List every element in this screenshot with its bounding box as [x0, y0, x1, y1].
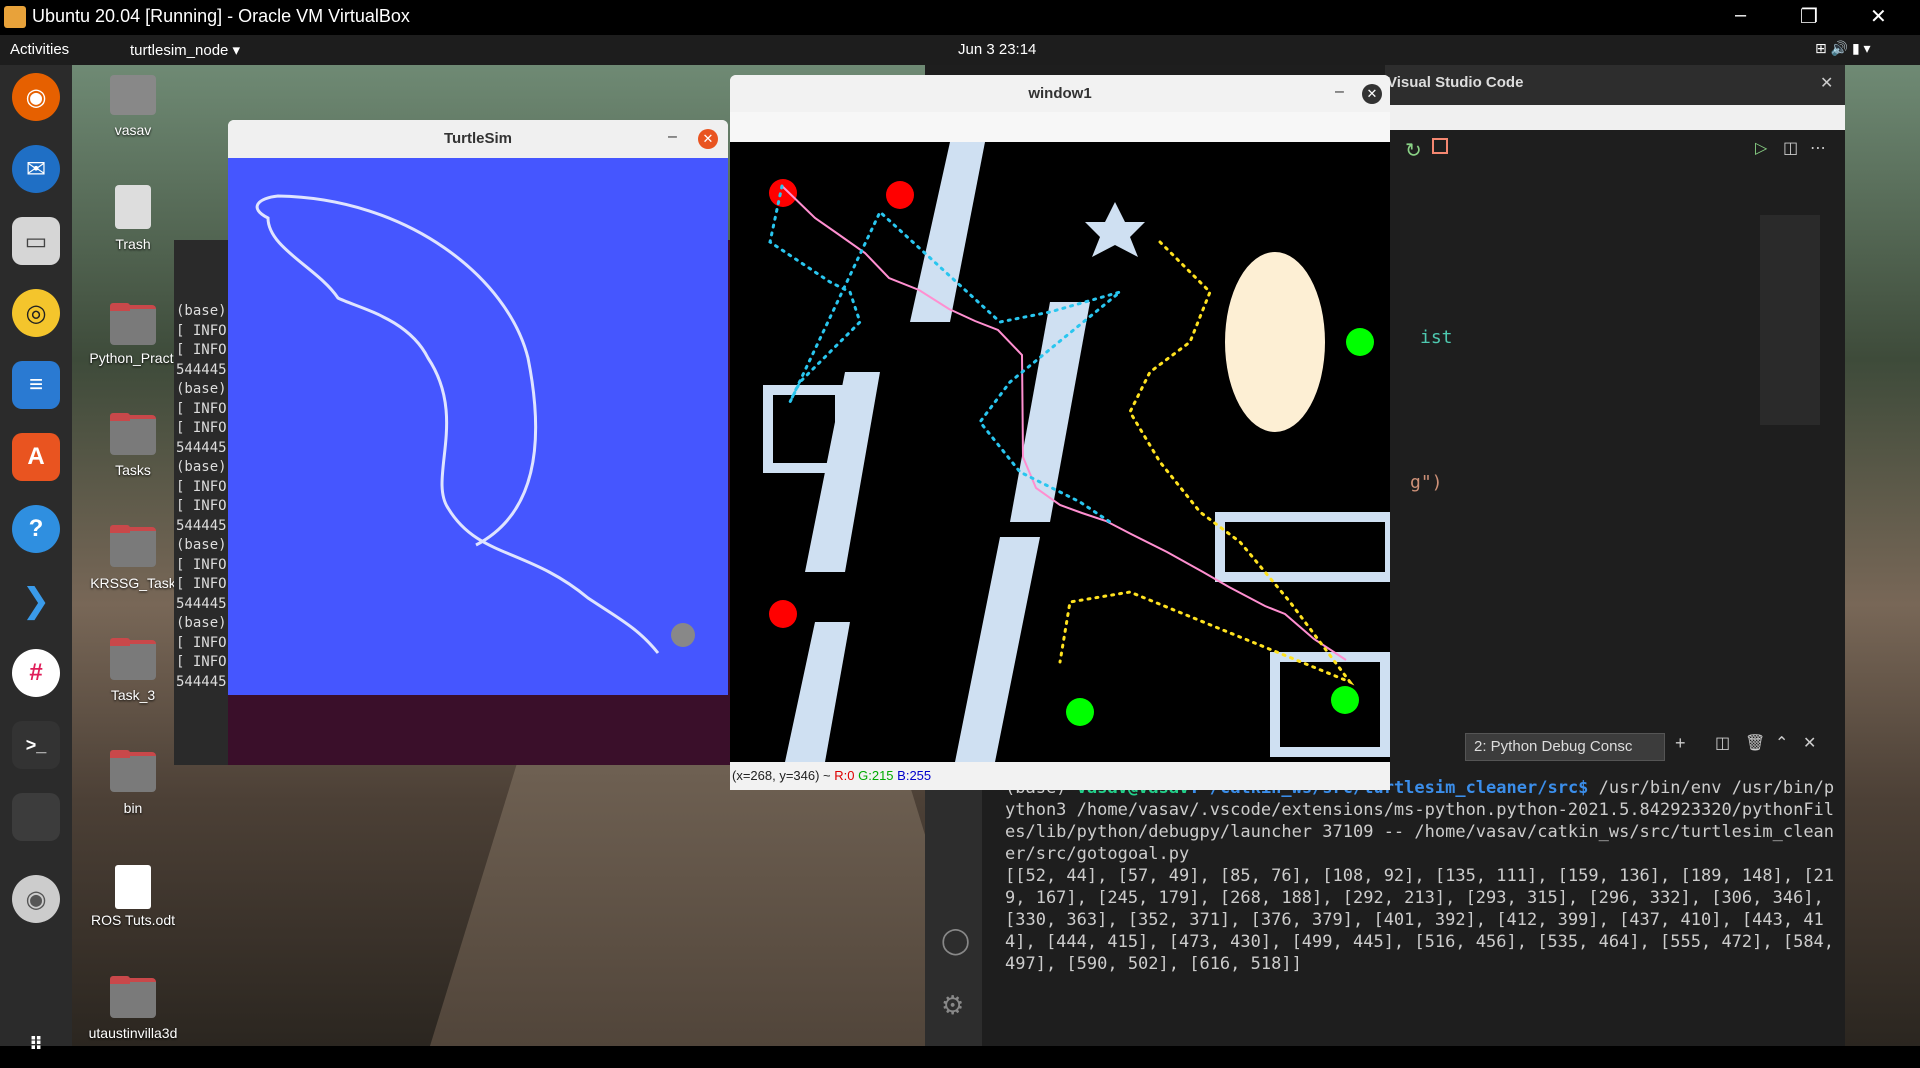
software-icon[interactable]: A	[12, 433, 60, 481]
desktop-icon-label[interactable]: Trash	[78, 236, 188, 252]
vscode-title: Visual Studio Code	[1387, 74, 1524, 91]
trash-icon[interactable]: 🗑	[1745, 733, 1765, 753]
opencv-window[interactable]: window1 – ✕ (x=268, y=346) ~ R:0 G:215 B…	[730, 75, 1390, 790]
terminal-line: [ INFO	[176, 342, 227, 358]
terminal-line: [ INFO	[176, 654, 227, 670]
stop-icon[interactable]	[1432, 138, 1448, 154]
minimap[interactable]	[1760, 215, 1820, 425]
window-title: Ubuntu 20.04 [Running] - Oracle VM Virtu…	[32, 6, 410, 26]
desktop-icon-label[interactable]: Python_Practi	[78, 350, 188, 366]
writer-icon[interactable]: ≡	[12, 361, 60, 409]
virtualbox-icon	[4, 6, 26, 28]
close-button[interactable]: ✕	[1362, 84, 1382, 104]
status-bar: (x=268, y=346) ~ R:0 G:215 B:255	[730, 762, 1390, 790]
network-icon[interactable]: ⊞ 🔊 ▮ ▾	[1815, 40, 1871, 57]
terminal-line: [ INFO	[176, 478, 227, 495]
blank-app-icon[interactable]	[12, 793, 60, 841]
slack-icon[interactable]: #	[12, 649, 60, 697]
code-fragment: ist	[1420, 327, 1453, 348]
virtualbox-titlebar: Ubuntu 20.04 [Running] - Oracle VM Virtu…	[0, 0, 1920, 35]
account-icon[interactable]: ◯	[941, 925, 970, 956]
desktop-icon-label[interactable]: vasav	[78, 122, 188, 138]
folder-icon[interactable]	[110, 525, 156, 567]
rhythmbox-icon[interactable]: ◎	[12, 289, 60, 337]
terminal-line: [ INFO	[176, 576, 227, 592]
minimize-button[interactable]: –	[1335, 83, 1344, 101]
folder-icon[interactable]	[110, 750, 156, 792]
close-icon[interactable]: ✕	[1820, 73, 1833, 93]
terminal-line: (base)	[176, 615, 227, 631]
disc-icon[interactable]: ◉	[12, 875, 60, 923]
dock: ◉ ✉ ▭ ◎ ≡ A ? ❯ # >_ ◉ ⠿	[0, 65, 72, 1054]
folder-icon[interactable]	[110, 976, 156, 1018]
firefox-icon[interactable]: ◉	[12, 73, 60, 121]
app-menu[interactable]: turtlesim_node ▾	[130, 41, 240, 59]
turtle-canvas	[228, 158, 728, 695]
minimize-button[interactable]: –	[668, 128, 677, 146]
turtlesim-title: TurtleSim	[228, 120, 728, 158]
document-icon[interactable]	[115, 865, 151, 909]
code-fragment: g")	[1410, 472, 1443, 493]
more-icon[interactable]: ⋯	[1810, 138, 1826, 158]
terminal-line: (base)	[176, 303, 227, 319]
terminal-line: [ INFO	[176, 400, 227, 417]
toolbar	[730, 112, 1390, 142]
folder-icon[interactable]	[110, 303, 156, 345]
help-icon[interactable]: ?	[12, 505, 60, 553]
minimize-button[interactable]: –	[1735, 4, 1746, 27]
add-terminal-icon[interactable]: +	[1675, 733, 1686, 754]
close-button[interactable]: ✕	[1870, 4, 1887, 29]
run-icon[interactable]: ▷	[1755, 138, 1767, 158]
desktop-icon-label[interactable]: ROS Tuts.odt	[78, 912, 188, 928]
settings-gear-icon[interactable]: ⚙	[941, 990, 964, 1021]
trash-icon[interactable]	[115, 185, 151, 229]
terminal-line: [ INFO	[176, 420, 227, 436]
gnome-topbar: Activities turtlesim_node ▾ Jun 3 23:14 …	[0, 35, 1920, 65]
close-button[interactable]: ✕	[698, 129, 718, 149]
home-folder-icon[interactable]	[110, 75, 156, 115]
clock[interactable]: Jun 3 23:14	[958, 41, 1036, 58]
terminal-icon[interactable]: >_	[12, 721, 60, 769]
desktop-icon-label[interactable]: Task_3	[78, 687, 188, 703]
vscode-icon[interactable]: ❯	[12, 577, 60, 625]
terminal-line: (base)	[176, 537, 227, 553]
terminal-line: 544445	[176, 517, 227, 534]
terminal-line: 544445	[176, 673, 227, 690]
thunderbird-icon[interactable]: ✉	[12, 145, 60, 193]
terminal-output: (base) [ INFO [ INFO 544445 (base) [ INFO [ IN…	[176, 302, 227, 692]
close-panel-icon[interactable]: ✕	[1803, 733, 1816, 753]
turtlesim-window[interactable]: TurtleSim – ✕	[228, 120, 728, 695]
terminal-line: [ INFO	[176, 498, 227, 514]
terminal-output: (base) vasav@vasav:~/catkin_ws/src/turtl…	[1005, 778, 1835, 974]
split-editor-icon[interactable]: ◫	[1783, 138, 1798, 158]
restore-button[interactable]: ❐	[1800, 4, 1818, 29]
debug-console-select[interactable]: 2: Python Debug Consc	[1465, 733, 1665, 761]
terminal-line: 544445	[176, 361, 227, 378]
desktop-icon-label[interactable]: Tasks	[78, 462, 188, 478]
turtle-icon	[671, 623, 695, 647]
desktop-icon-label[interactable]: utaustinvilla3d	[78, 1025, 188, 1041]
terminal-line: 544445	[176, 439, 227, 456]
terminal-line: 544445	[176, 595, 227, 612]
maximize-panel-icon[interactable]: ⌃	[1775, 733, 1788, 753]
files-icon[interactable]: ▭	[12, 217, 60, 265]
terminal-line: (base)	[176, 381, 227, 397]
terminal-line: [ INFO	[176, 322, 227, 339]
desktop-icon-label[interactable]: bin	[78, 800, 188, 816]
restart-icon[interactable]: ↻	[1405, 138, 1422, 163]
window1-title: window1	[730, 75, 1390, 112]
split-terminal-icon[interactable]: ◫	[1715, 733, 1730, 753]
rrt-canvas	[730, 142, 1390, 762]
activities-button[interactable]: Activities	[10, 41, 69, 58]
desktop-icon-label[interactable]: KRSSG_Task	[78, 575, 188, 591]
terminal-line: (base)	[176, 459, 227, 475]
folder-icon[interactable]	[110, 638, 156, 680]
terminal-line: [ INFO	[176, 556, 227, 573]
folder-icon[interactable]	[110, 413, 156, 455]
terminal-line: [ INFO	[176, 634, 227, 651]
show-apps-icon[interactable]: ⠿	[12, 1020, 60, 1068]
